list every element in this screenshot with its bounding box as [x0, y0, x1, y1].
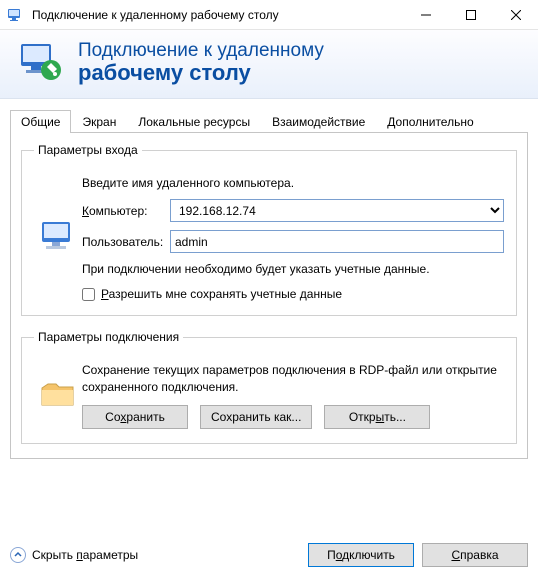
- header-text: Подключение к удаленному рабочему столу: [78, 40, 324, 86]
- save-button[interactable]: Сохранить: [82, 405, 188, 429]
- connection-settings-legend: Параметры подключения: [34, 330, 183, 344]
- tab-advanced[interactable]: Дополнительно: [376, 110, 484, 133]
- computer-label: Компьютер:: [82, 204, 170, 218]
- tab-general[interactable]: Общие: [10, 110, 71, 133]
- login-instruction: Введите имя удаленного компьютера.: [82, 175, 504, 191]
- tab-local-resources[interactable]: Локальные ресурсы: [127, 110, 261, 133]
- save-credentials-checkbox[interactable]: [82, 288, 95, 301]
- tab-experience[interactable]: Взаимодействие: [261, 110, 376, 133]
- header-line1: Подключение к удаленному: [78, 40, 324, 62]
- help-button[interactable]: Справка: [422, 543, 528, 567]
- login-settings-legend: Параметры входа: [34, 143, 142, 157]
- save-as-button[interactable]: Сохранить как...: [200, 405, 312, 429]
- maximize-button[interactable]: [448, 0, 493, 30]
- connection-description: Сохранение текущих параметров подключени…: [82, 362, 504, 394]
- username-input[interactable]: [170, 230, 504, 253]
- rdp-icon: [18, 40, 64, 86]
- minimize-button[interactable]: [403, 0, 448, 30]
- computer-icon: [34, 218, 82, 258]
- window-controls: [403, 0, 538, 30]
- computer-combobox[interactable]: 192.168.12.74: [170, 199, 504, 222]
- tab-strip: Общие Экран Локальные ресурсы Взаимодейс…: [0, 99, 538, 132]
- collapse-icon[interactable]: [10, 547, 26, 563]
- close-button[interactable]: [493, 0, 538, 30]
- hide-options-link[interactable]: Скрыть параметры: [32, 548, 138, 562]
- dialog-footer: Скрыть параметры Подключить Справка: [0, 533, 538, 577]
- header-line2: рабочему столу: [78, 60, 324, 86]
- open-button[interactable]: Открыть...: [324, 405, 430, 429]
- login-settings-group: Параметры входа Введите имя удаленного к…: [21, 143, 517, 316]
- header-banner: Подключение к удаленному рабочему столу: [0, 30, 538, 99]
- tab-display[interactable]: Экран: [71, 110, 127, 133]
- save-credentials-label[interactable]: Разрешить мне сохранять учетные данные: [101, 287, 342, 301]
- credentials-note: При подключении необходимо будет указать…: [82, 261, 504, 277]
- connection-settings-group: Параметры подключения Сохранение текущих…: [21, 330, 517, 443]
- window-titlebar: Подключение к удаленному рабочему столу: [0, 0, 538, 30]
- window-title: Подключение к удаленному рабочему столу: [30, 8, 403, 22]
- connect-button[interactable]: Подключить: [308, 543, 414, 567]
- app-icon: [0, 7, 30, 23]
- tab-panel: Параметры входа Введите имя удаленного к…: [10, 132, 528, 459]
- username-label: Пользователь:: [82, 235, 170, 249]
- folder-icon: [34, 376, 82, 416]
